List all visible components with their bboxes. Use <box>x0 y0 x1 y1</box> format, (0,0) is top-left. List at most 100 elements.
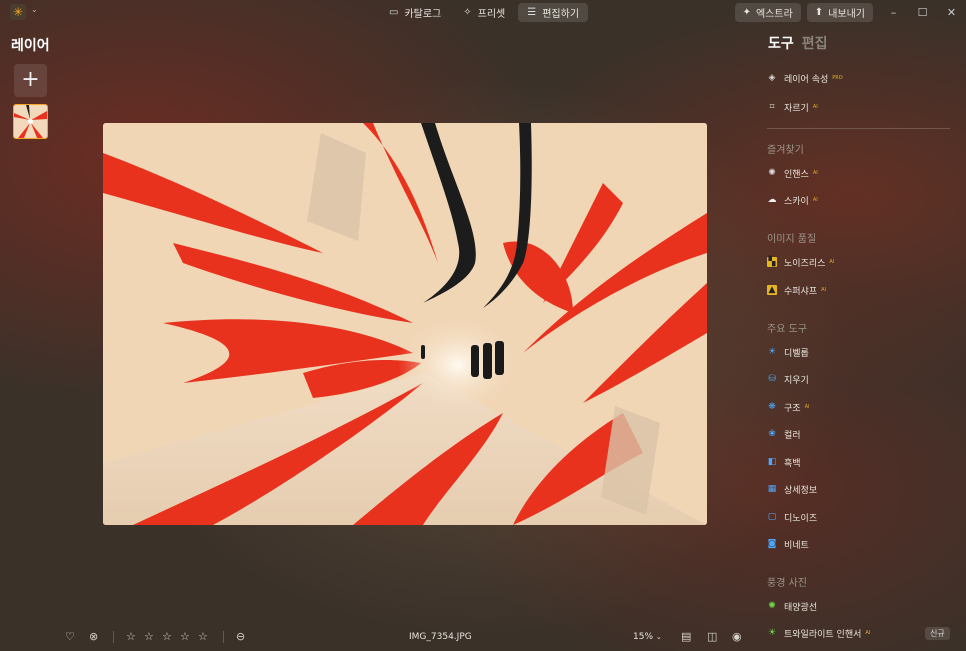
tool-develop[interactable]: ☀ 디벨롭 <box>767 343 809 361</box>
tool-label: 디벨롭 <box>784 348 809 359</box>
tool-label: 자르기 <box>784 103 809 114</box>
mode-edit[interactable]: ☰ 편집하기 <box>518 3 589 22</box>
tool-label: 인핸스 <box>784 169 809 180</box>
rating-star-2-icon[interactable]: ☆ <box>144 630 154 643</box>
mode-presets-label: 프리셋 <box>477 9 506 20</box>
sparkle-icon: ✧ <box>463 7 472 18</box>
tool-details[interactable]: ▦ 상세정보 <box>767 480 817 498</box>
tool-label: 흑백 <box>784 458 801 469</box>
tool-twilight-enhancer[interactable]: ☀ 트와일라이트 인핸서 AI <box>767 624 870 642</box>
close-button[interactable]: ✕ <box>937 6 966 19</box>
panel-tabs: 도구 편집 <box>768 33 828 53</box>
tool-structure[interactable]: ❋ 구조 AI <box>767 398 809 416</box>
twilight-icon: ☀ <box>767 628 777 638</box>
tool-black-white[interactable]: ◧ 흑백 <box>767 453 801 471</box>
section-favorites: 즐겨찾기 <box>767 145 804 156</box>
rating-star-1-icon[interactable]: ☆ <box>126 630 136 643</box>
reject-icon[interactable]: ⊗ <box>89 630 98 643</box>
tool-label: 레이어 속성 <box>784 74 829 85</box>
crop-icon: ⌗ <box>769 102 775 112</box>
tool-noiseless[interactable]: ▚ 노이즈리스 AI <box>767 253 834 271</box>
tab-tools[interactable]: 도구 <box>768 33 794 53</box>
pro-badge: PRO <box>832 75 843 81</box>
top-right-controls: ✦ 엑스트라 ⬆ 내보내기 – ☐ ✕ <box>734 3 966 22</box>
tool-sunrays[interactable]: ✺ 태양광선 <box>767 597 817 615</box>
sun-icon: ☀ <box>767 347 777 357</box>
bottom-divider <box>223 631 224 643</box>
tool-label: 트와일라이트 인핸서 <box>784 629 862 640</box>
bottom-bar: ♡ ⊗ ☆ ☆ ☆ ☆ ☆ ⊖ IMG_7354.JPG 15% ⌄ ▤ ◫ ◉ <box>0 626 757 648</box>
mode-edit-label: 편집하기 <box>542 9 580 20</box>
denoise-icon: ▢ <box>767 512 777 522</box>
compare-icon[interactable]: ◫ <box>707 630 717 643</box>
section-image-quality: 이미지 품질 <box>767 234 817 245</box>
mode-switcher: ▭ 카탈로그 ✧ 프리셋 ☰ 편집하기 <box>380 3 589 22</box>
file-name: IMG_7354.JPG <box>409 632 472 642</box>
photo-canvas[interactable] <box>103 123 707 525</box>
top-bar: ✳ ⌄ ▭ 카탈로그 ✧ 프리셋 ☰ 편집하기 ✦ 엑스트라 ⬆ 내보내기 – … <box>0 0 966 24</box>
photo-image <box>103 123 707 525</box>
upload-icon: ⬆ <box>814 7 824 18</box>
mode-catalog[interactable]: ▭ 카탈로그 <box>380 3 450 22</box>
rating-star-3-icon[interactable]: ☆ <box>162 630 172 643</box>
folder-icon: ▭ <box>389 7 399 18</box>
noiseless-icon: ▚ <box>767 257 777 267</box>
color-icon: ❀ <box>768 429 776 439</box>
details-icon: ▦ <box>767 484 777 494</box>
filmstrip-icon[interactable]: ▤ <box>681 630 691 643</box>
extra-label: 엑스트라 <box>755 9 793 20</box>
app-menu-chevron-icon[interactable]: ⌄ <box>31 5 38 14</box>
ai-badge: AI <box>865 630 871 636</box>
extra-button[interactable]: ✦ 엑스트라 <box>734 3 801 22</box>
sliders-icon: ☰ <box>527 7 537 18</box>
more-options-icon[interactable]: ⊖ <box>236 630 245 643</box>
mode-presets[interactable]: ✧ 프리셋 <box>454 3 514 22</box>
new-badge: 신규 <box>925 627 950 640</box>
rating-star-5-icon[interactable]: ☆ <box>198 630 208 643</box>
tool-erase[interactable]: ⛁ 지우기 <box>767 370 809 388</box>
tool-sky[interactable]: ☁ 스카이 AI <box>767 191 818 209</box>
export-button[interactable]: ⬆ 내보내기 <box>806 3 873 22</box>
ai-badge: AI <box>821 287 827 293</box>
ai-badge: AI <box>812 197 818 203</box>
tool-color[interactable]: ❀ 컬러 <box>767 425 800 443</box>
zoom-selector[interactable]: 15% ⌄ <box>633 632 662 642</box>
tab-edit[interactable]: 편집 <box>802 33 828 53</box>
section-landscape: 풍경 사진 <box>767 578 807 589</box>
minimize-button[interactable]: – <box>879 6 908 19</box>
tool-supersharp[interactable]: ▲ 수퍼샤프 AI <box>767 281 826 299</box>
panel-divider <box>767 128 950 129</box>
tool-layer-properties[interactable]: ◈ 레이어 속성 PRO <box>767 69 843 87</box>
supersharp-icon: ▲ <box>767 285 777 295</box>
heart-icon[interactable]: ♡ <box>65 630 75 643</box>
tool-label: 스카이 <box>784 196 809 207</box>
zoom-value: 15% <box>633 632 654 642</box>
eraser-icon: ⛁ <box>768 374 776 384</box>
tool-crop[interactable]: ⌗ 자르기 AI <box>767 98 818 116</box>
layer-thumbnail[interactable] <box>13 104 48 139</box>
tool-vignette[interactable]: ◙ 비네트 <box>767 535 809 553</box>
preview-eye-icon[interactable]: ◉ <box>732 630 742 643</box>
ai-badge: AI <box>812 170 818 176</box>
tool-label: 수퍼샤프 <box>784 286 818 297</box>
chevron-down-icon: ⌄ <box>655 633 662 641</box>
tool-enhance[interactable]: ✺ 인핸스 AI <box>767 164 818 182</box>
bw-icon: ◧ <box>767 457 777 467</box>
structure-icon: ❋ <box>768 402 776 412</box>
enhance-icon: ✺ <box>768 168 776 178</box>
vignette-icon: ◙ <box>767 539 777 549</box>
tool-label: 디노이즈 <box>784 513 818 524</box>
tool-label: 상세정보 <box>784 485 818 496</box>
cloud-icon: ☁ <box>767 195 777 205</box>
tool-label: 지우기 <box>784 375 809 386</box>
app-logo-icon[interactable]: ✳ <box>10 4 26 20</box>
add-layer-button[interactable]: + <box>14 64 47 97</box>
ai-badge: AI <box>812 104 818 110</box>
export-label: 내보내기 <box>828 9 865 20</box>
rating-star-4-icon[interactable]: ☆ <box>180 630 190 643</box>
maximize-button[interactable]: ☐ <box>908 6 937 19</box>
tool-label: 비네트 <box>784 540 809 551</box>
ai-badge: AI <box>829 259 835 265</box>
section-main-tools: 주요 도구 <box>767 324 807 335</box>
tool-denoise[interactable]: ▢ 디노이즈 <box>767 508 817 526</box>
